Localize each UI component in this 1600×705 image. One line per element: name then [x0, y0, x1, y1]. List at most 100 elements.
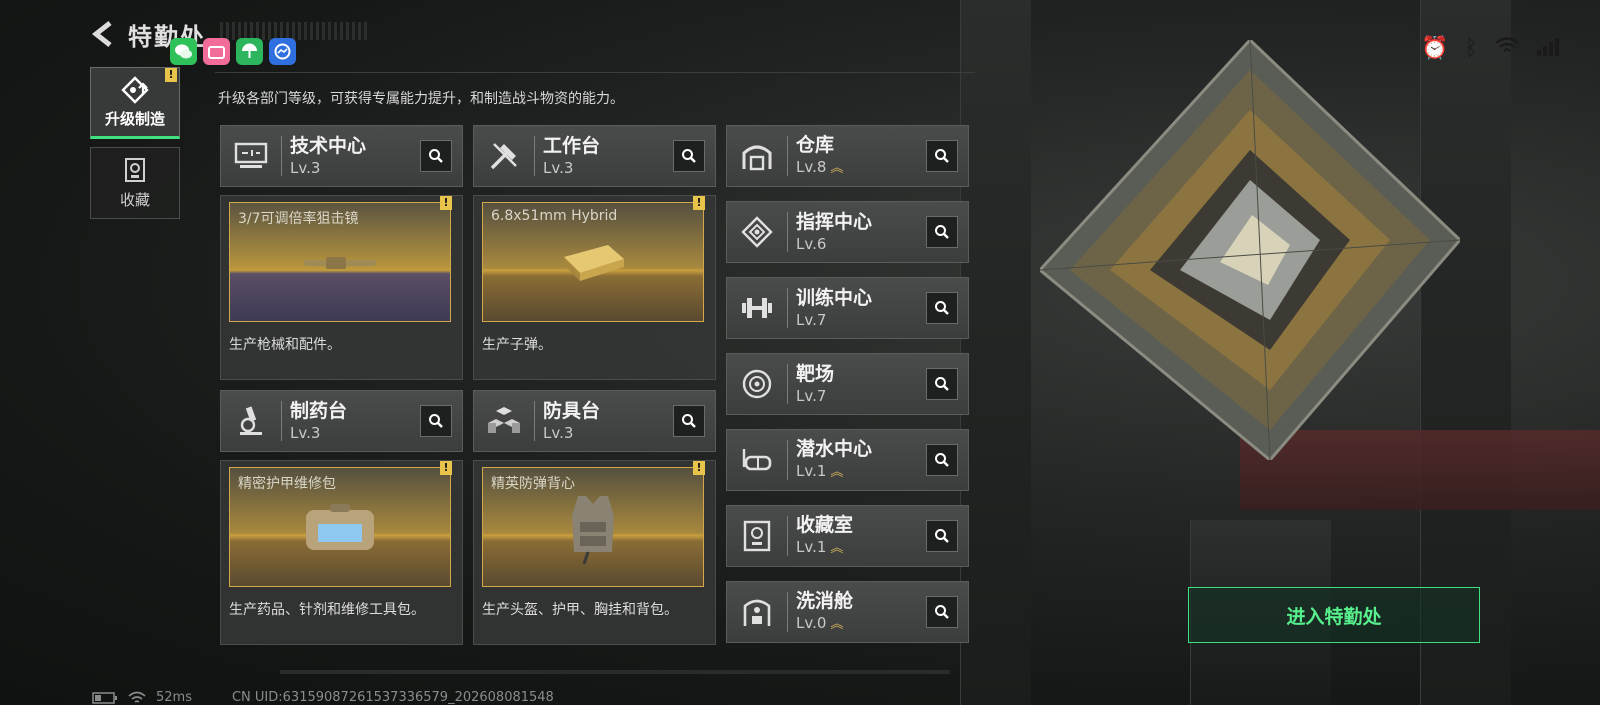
facility-armor-bench[interactable]: 防具台 Lv.3 [473, 390, 716, 452]
search-button[interactable] [926, 292, 958, 324]
search-icon [935, 225, 949, 239]
scope-image [304, 257, 376, 269]
sidebar-tab-label: 升级制造 [104, 109, 165, 128]
armor-boxes-icon [480, 397, 528, 445]
upgrade-available-icon: ︽ [830, 617, 844, 632]
back-arrow-icon[interactable] [90, 19, 120, 49]
dumbbell-icon [733, 284, 781, 332]
facility-level: Lv.6 [796, 235, 827, 253]
computer-icon [227, 132, 275, 180]
facility-name: 指挥中心 [796, 211, 873, 233]
messenger-app-icon[interactable] [269, 38, 296, 65]
facility-level: Lv.1 [796, 462, 827, 480]
page-description: 升级各部门等级，可获得专属能力提升，和制造战斗物资的能力。 [218, 91, 624, 107]
sidebar-tab-upgrade[interactable]: ! 升级制造 [90, 67, 180, 139]
command-icon [733, 208, 781, 256]
sidebar-tab-label: 收藏 [119, 190, 150, 209]
facility-level: Lv.7 [796, 311, 827, 329]
facility-name: 仓库 [796, 134, 835, 156]
search-icon [935, 301, 949, 315]
facility-level: Lv.0 [796, 614, 827, 632]
search-button[interactable] [420, 140, 452, 172]
product-preview[interactable]: 6.8x51mm Hybrid [482, 202, 704, 322]
sidebar-tab-collection[interactable]: 收藏 [90, 147, 180, 219]
warehouse-icon [733, 132, 781, 180]
decon-icon [733, 588, 781, 636]
facility-collection-room[interactable]: 收藏室 Lv.1 ︽ [726, 505, 969, 567]
facility-command-center[interactable]: 指挥中心 Lv.6 [726, 201, 969, 263]
system-status-icons: ⏰ ᛒ [1421, 36, 1560, 62]
facility-level: Lv.8 [796, 158, 827, 176]
production-card[interactable]: 精密护甲维修包 ! 生产药品、针剂和维修工具包。 [220, 460, 463, 645]
search-icon [935, 529, 949, 543]
production-card[interactable]: 3/7可调倍率狙击镜 ! 生产枪械和配件。 [220, 195, 463, 380]
product-preview[interactable]: 精英防弹背心 [482, 467, 704, 587]
ping-value: 52ms [156, 690, 192, 705]
facility-level: Lv.3 [290, 159, 321, 177]
repair-kit-image [306, 504, 374, 550]
vest-image [572, 496, 614, 565]
production-description: 生产子弹。 [482, 337, 552, 353]
production-description: 生产枪械和配件。 [229, 337, 341, 353]
search-button[interactable] [420, 405, 452, 437]
upgrade-available-icon: ︽ [830, 161, 844, 176]
upgrade-available-icon: ︽ [830, 465, 844, 480]
search-button[interactable] [926, 596, 958, 628]
trophy-case-icon [733, 512, 781, 560]
facility-diving-center[interactable]: 潜水中心 Lv.1 ︽ [726, 429, 969, 491]
divider [215, 72, 975, 73]
upgrade-available-icon: ︽ [830, 541, 844, 556]
alert-badge: ! [440, 196, 452, 210]
search-icon [682, 414, 696, 428]
facility-name: 收藏室 [796, 514, 854, 536]
alert-badge: ! [165, 68, 177, 82]
facility-name: 潜水中心 [796, 438, 873, 460]
facility-level: Lv.1 [796, 538, 827, 556]
battery-icon [92, 691, 117, 704]
microscope-icon [227, 397, 275, 445]
search-button[interactable] [673, 405, 705, 437]
search-icon [682, 149, 696, 163]
facility-name: 防具台 [543, 400, 601, 422]
search-button[interactable] [926, 444, 958, 476]
search-button[interactable] [926, 368, 958, 400]
production-card[interactable]: 6.8x51mm Hybrid ! 生产子弹。 [473, 195, 716, 380]
product-name: 3/7可调倍率狙击镜 [238, 211, 359, 227]
facility-shooting-range[interactable]: 靶场 Lv.7 [726, 353, 969, 415]
tools-icon [480, 132, 528, 180]
product-name: 精英防弹背心 [491, 476, 575, 492]
enter-special-ops-button[interactable]: 进入特勤处 [1188, 587, 1480, 643]
facility-training-center[interactable]: 训练中心 Lv.7 [726, 277, 969, 339]
product-name: 精密护甲维修包 [238, 476, 336, 492]
search-button[interactable] [673, 140, 705, 172]
wechat-app-icon[interactable] [170, 38, 197, 65]
alert-badge: ! [440, 461, 452, 475]
collection-icon [125, 157, 145, 182]
facility-level: Lv.3 [290, 424, 321, 442]
search-icon [935, 605, 949, 619]
facility-name: 制药台 [290, 400, 348, 422]
facility-decon-chamber[interactable]: 洗消舱 Lv.0 ︽ [726, 581, 969, 643]
facility-tech-center[interactable]: 技术中心 Lv.3 [220, 125, 463, 187]
search-button[interactable] [926, 520, 958, 552]
product-preview[interactable]: 精密护甲维修包 [229, 467, 451, 587]
facility-pharmacy[interactable]: 制药台 Lv.3 [220, 390, 463, 452]
search-button[interactable] [926, 216, 958, 248]
facility-name: 训练中心 [796, 287, 873, 309]
facility-workbench[interactable]: 工作台 Lv.3 [473, 125, 716, 187]
facility-warehouse[interactable]: 仓库 Lv.8 ︽ [726, 125, 969, 187]
notification-app-icons [170, 38, 296, 65]
umbrella-app-icon[interactable] [236, 38, 263, 65]
search-icon [935, 149, 949, 163]
special-ops-cube-image [1040, 40, 1460, 460]
alarm-icon: ⏰ [1421, 36, 1449, 61]
scrollbar[interactable] [280, 670, 950, 674]
footer-status: 52ms CN UID:631590872615373365​79_202608… [92, 690, 554, 705]
production-description: 生产头盔、护甲、胸挂和背包。 [482, 602, 678, 618]
alert-badge: ! [693, 461, 705, 475]
product-preview[interactable]: 3/7可调倍率狙击镜 [229, 202, 451, 322]
search-button[interactable] [926, 140, 958, 172]
production-card[interactable]: 精英防弹背心 ! 生产头盔、护甲、胸挂和背包。 [473, 460, 716, 645]
production-description: 生产药品、针剂和维修工具包。 [229, 602, 425, 618]
bilibili-app-icon[interactable] [203, 38, 230, 65]
